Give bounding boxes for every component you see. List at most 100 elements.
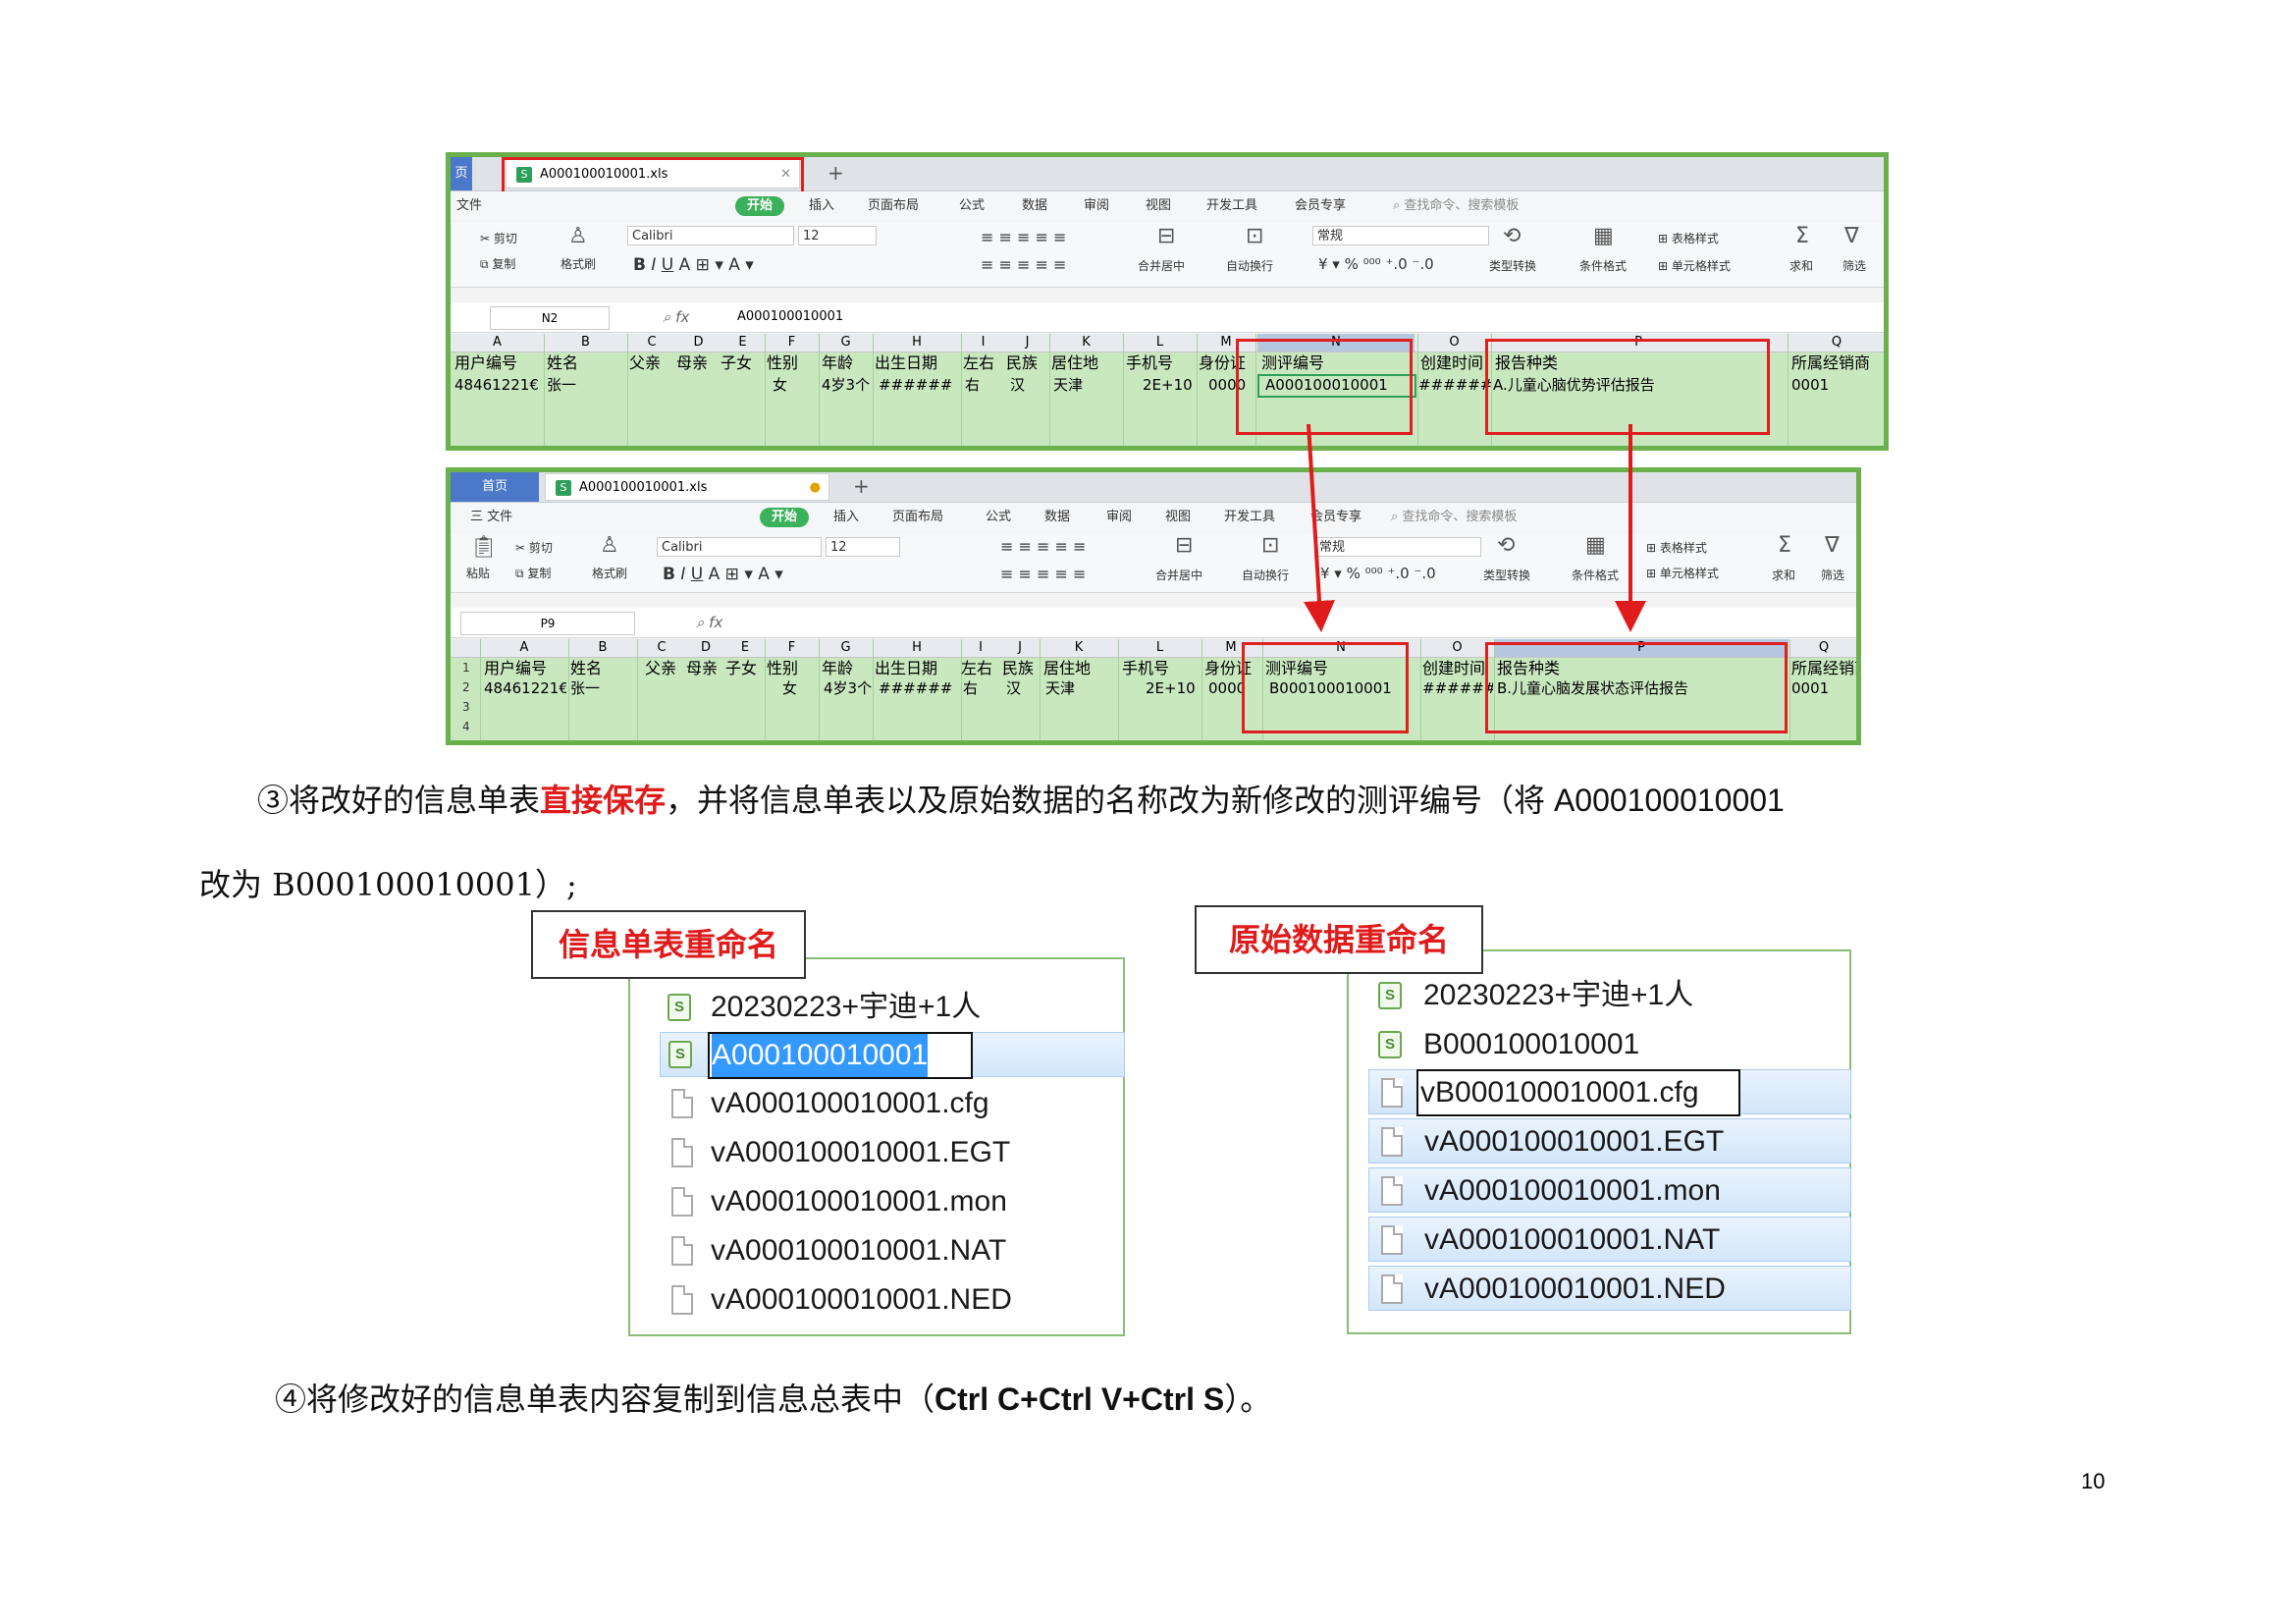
home-tab[interactable]: 页 [451, 157, 472, 190]
paste-icon[interactable]: 📋︎ [470, 535, 498, 560]
font-style-buttons[interactable]: B I U A ⊞ ▾ A ▾ [663, 565, 783, 584]
menu-start[interactable]: 开始 [735, 196, 785, 216]
cell[interactable]: 汉 [1010, 375, 1025, 395]
file-item-folder[interactable]: S 20230223+宇迪+1人 [660, 985, 1121, 1030]
menu-insert[interactable]: 插入 [833, 503, 859, 532]
cell[interactable]: 子女 [721, 353, 752, 373]
cell[interactable]: 父亲 [629, 353, 661, 373]
cut-button[interactable]: ✂ 剪切 [480, 230, 517, 246]
file-item[interactable]: vA000100010001.NAT [660, 1228, 1121, 1273]
col-header[interactable]: C [627, 334, 676, 352]
col-header[interactable]: I [961, 334, 1005, 352]
number-format-icons[interactable]: ¥ ▾ % ⁰⁰⁰ ⁺.0 ⁻.0 [1318, 255, 1434, 273]
cell[interactable]: ######## [1422, 678, 1493, 698]
col-header[interactable]: D [676, 334, 721, 352]
col-header[interactable]: J [1000, 639, 1040, 657]
file-item-selected[interactable]: S A000100010001 [660, 1032, 1125, 1079]
cell[interactable]: 女 [773, 375, 787, 395]
menu-file[interactable]: 三 文件 [470, 503, 512, 532]
convert-icon[interactable]: ⟲ [1503, 224, 1521, 248]
cell[interactable]: 右 [965, 375, 980, 395]
menu-data[interactable]: 数据 [1044, 503, 1070, 532]
align-icons[interactable]: ≡ ≡ ≡ ≡ ≡ [981, 228, 1066, 246]
file-item-selected[interactable]: vA000100010001.mon [1368, 1167, 1851, 1213]
font-style-buttons[interactable]: B I U A ⊞ ▾ A ▾ [633, 255, 754, 275]
cell[interactable]: 民族 [1002, 659, 1034, 678]
menu-dev-tools[interactable]: 开发工具 [1206, 191, 1257, 221]
col-header[interactable]: G [819, 334, 873, 352]
cell[interactable]: 张一 [547, 375, 576, 395]
cell[interactable]: 右 [963, 678, 978, 698]
file-tab[interactable]: S A000100010001.xls ● [545, 473, 829, 501]
filter-icon[interactable]: ∇ [1844, 224, 1859, 248]
row-number[interactable]: 1 [462, 661, 470, 675]
cell[interactable]: 出生日期 [875, 353, 959, 373]
menu-review[interactable]: 审阅 [1084, 191, 1109, 221]
cell[interactable]: 48461221€ [484, 678, 566, 698]
filter-icon[interactable]: ∇ [1825, 533, 1840, 558]
row-number[interactable]: 2 [462, 680, 470, 694]
menu-data[interactable]: 数据 [1022, 191, 1047, 221]
file-item-selected[interactable]: vA000100010001.EGT [1368, 1118, 1851, 1164]
col-header[interactable]: I [961, 639, 1000, 657]
col-header[interactable]: Q [1788, 334, 1884, 352]
col-header[interactable]: L [1123, 334, 1197, 352]
cell[interactable]: 手机号 [1122, 659, 1169, 678]
file-item[interactable]: vA000100010001.NED [660, 1277, 1121, 1323]
cell[interactable]: 年龄 [822, 353, 853, 373]
format-painter-icon[interactable]: ♙ [600, 533, 619, 558]
cell[interactable]: 子女 [725, 659, 757, 678]
cell[interactable]: 2E+10 [1146, 678, 1196, 698]
cell[interactable]: 姓名 [547, 353, 578, 373]
file-item-selected[interactable]: vA000100010001.NED [1368, 1266, 1851, 1311]
cell[interactable]: 2E+10 [1143, 375, 1193, 395]
cell[interactable]: 性别 [767, 353, 798, 373]
file-item[interactable]: vA000100010001.cfg [660, 1081, 1121, 1126]
menu-page-layout[interactable]: 页面布局 [892, 503, 943, 532]
cell[interactable]: 母亲 [686, 659, 718, 678]
cell[interactable]: 居住地 [1043, 659, 1091, 678]
cell[interactable]: 0000 [1208, 678, 1246, 698]
col-header[interactable]: A [451, 334, 544, 352]
cell[interactable]: 汉 [1006, 678, 1021, 698]
table-style-button[interactable]: ⊞ 表格样式 [1658, 230, 1719, 246]
cond-format-icon[interactable]: ▦ [1593, 224, 1614, 248]
row-number[interactable]: 4 [462, 720, 470, 733]
col-header[interactable]: H [873, 639, 961, 657]
cell[interactable]: 所属经销商 [1791, 659, 1856, 678]
cell[interactable]: 用户编号 [484, 659, 547, 678]
col-header[interactable]: A [480, 639, 568, 657]
cell[interactable]: 父亲 [645, 659, 676, 678]
font-select[interactable]: Calibri [657, 537, 822, 557]
col-header[interactable]: F [765, 334, 819, 352]
col-header[interactable]: L [1118, 639, 1201, 657]
col-header[interactable]: J [1005, 334, 1049, 352]
menu-file[interactable]: 文件 [456, 191, 482, 221]
menu-dev-tools[interactable]: 开发工具 [1224, 503, 1275, 532]
copy-button[interactable]: ⧉ 复制 [515, 565, 551, 581]
rename-input[interactable]: A000100010001 [708, 1032, 973, 1079]
fx-icon[interactable]: ⌕ fx [696, 608, 722, 637]
cell[interactable]: 居住地 [1051, 353, 1098, 373]
cell[interactable]: 4岁3个 [824, 678, 872, 698]
menu-view[interactable]: 视图 [1146, 191, 1171, 221]
row-number[interactable]: 3 [462, 700, 470, 714]
cell[interactable]: 天津 [1053, 375, 1083, 395]
cell[interactable]: 4岁3个 [822, 375, 870, 395]
col-header[interactable]: O [1417, 334, 1491, 352]
cell[interactable]: 民族 [1006, 353, 1038, 373]
col-header[interactable]: E [721, 334, 765, 352]
name-box[interactable]: P9 [460, 612, 635, 635]
format-painter-icon[interactable]: ♙ [568, 224, 588, 248]
wrap-icon[interactable]: ⊡ [1246, 224, 1263, 248]
fx-icon[interactable]: ⌕ fx [663, 302, 689, 332]
cell[interactable]: 母亲 [676, 353, 708, 373]
col-header[interactable]: G [819, 639, 873, 657]
align-icons-2[interactable]: ≡ ≡ ≡ ≡ ≡ [981, 255, 1066, 274]
merge-icon[interactable]: ⊟ [1157, 224, 1175, 248]
cell[interactable]: 左右 [963, 353, 994, 373]
cell-style-button[interactable]: ⊞ 单元格样式 [1658, 257, 1731, 274]
cell[interactable]: 0001 [1791, 678, 1829, 698]
cell[interactable]: 年龄 [822, 659, 853, 678]
cell[interactable]: 0001 [1791, 375, 1829, 395]
